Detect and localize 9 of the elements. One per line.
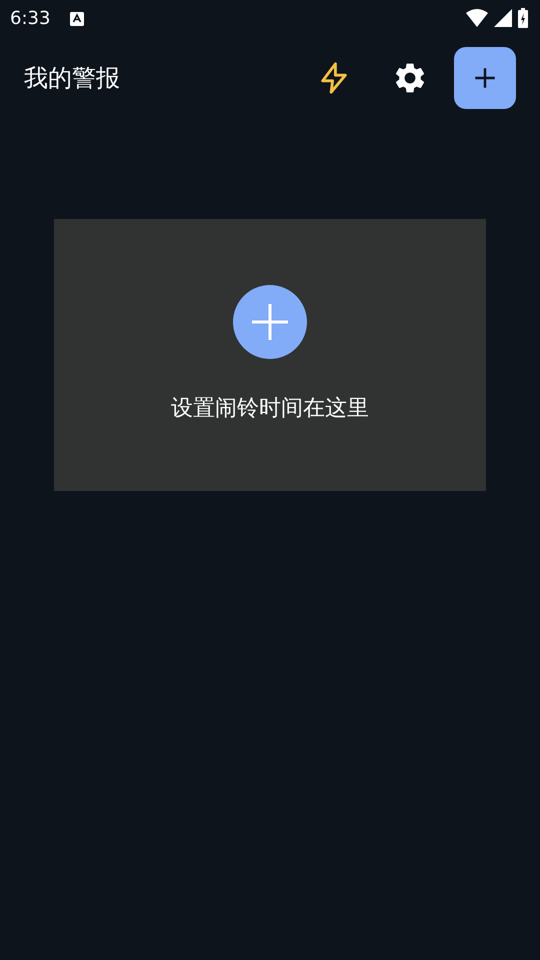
battery-icon — [518, 8, 528, 28]
keyboard-icon — [70, 12, 84, 26]
status-time: 6:33 — [10, 8, 50, 28]
signal-icon — [494, 9, 512, 27]
wifi-icon — [466, 9, 488, 27]
add-button[interactable] — [454, 47, 516, 109]
empty-message: 设置闹铃时间在这里 — [171, 395, 369, 423]
app-title: 我的警报 — [24, 63, 120, 94]
plus-icon — [250, 302, 290, 342]
